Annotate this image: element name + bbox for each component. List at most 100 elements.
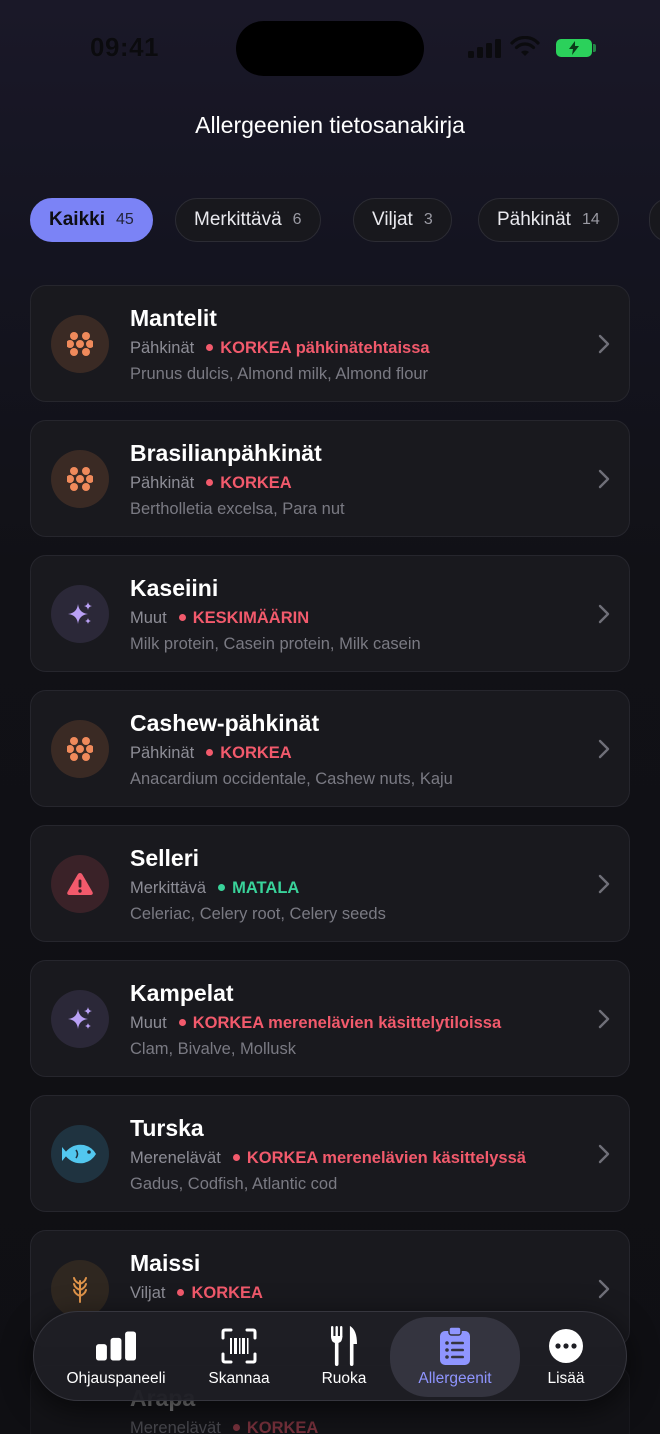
allergen-card[interactable]: Mantelit Pähkinät KORKEA pähkinätehtaissa…: [30, 285, 630, 402]
tab-lisaa[interactable]: Lisää: [530, 1312, 602, 1402]
risk-level: KORKEA merenelävien käsittelyssä: [246, 1149, 526, 1167]
tab-label: Ruoka: [321, 1370, 367, 1387]
allergen-category: Merkittävä: [130, 879, 207, 897]
filter-chip-more[interactable]: [649, 198, 660, 242]
allergen-card[interactable]: Brasilianpähkinät Pähkinät KORKEA Berthol…: [30, 420, 630, 537]
risk-dot: [177, 1289, 185, 1297]
allergen-aliases: Milk protein, Casein protein, Milk casei…: [130, 635, 421, 653]
allergen-name: Selleri: [130, 845, 200, 871]
tab-label: Ohjauspaneeli: [66, 1370, 166, 1387]
allergen-meta: Merenelävät KORKEA merenelävien käsittely…: [130, 1149, 526, 1168]
allergen-meta: Muut KORKEA merenelävien käsittelytiloiss…: [130, 1014, 501, 1033]
allergen-aliases: Clam, Bivalve, Mollusk: [130, 1040, 296, 1058]
sparkle-icon: [51, 585, 109, 643]
allergen-category: Pähkinät: [130, 744, 195, 762]
allergen-card[interactable]: Cashew-pähkinät Pähkinät KORKEA Anacardiu…: [30, 690, 630, 807]
risk-level: MATALA: [232, 879, 300, 897]
allergen-name: Kaseiini: [130, 575, 219, 601]
allergen-aliases: Bertholletia excelsa, Para nut: [130, 500, 345, 518]
risk-level: KORKEA: [246, 1419, 319, 1434]
risk-dot: [206, 344, 214, 352]
allergen-name: Brasilianpähkinät: [130, 440, 322, 466]
allergen-card[interactable]: Kaseiini Muut KESKIMÄÄRIN Milk protein, C…: [30, 555, 630, 672]
warning-icon: [51, 855, 109, 913]
allergen-card[interactable]: Turska Merenelävät KORKEA merenelävien kä…: [30, 1095, 630, 1212]
chevron-right-icon: [598, 1144, 610, 1164]
allergen-card[interactable]: Kampelat Muut KORKEA merenelävien käsitte…: [30, 960, 630, 1077]
risk-level: KORKEA pähkinätehtaissa: [220, 339, 430, 357]
allergen-meta: Merenelävät KORKEA: [130, 1419, 318, 1434]
filter-chip-label: Kaikki: [49, 209, 105, 230]
wifi-icon: [510, 36, 540, 56]
tab-skannaa[interactable]: Skannaa: [194, 1312, 284, 1402]
allergen-meta: Pähkinät KORKEA pähkinätehtaissa: [130, 339, 430, 358]
barcode-scan-icon: [219, 1326, 259, 1366]
clipboard-list-icon: [435, 1326, 475, 1366]
chart-bars-icon: [96, 1326, 136, 1366]
risk-dot: [178, 614, 186, 622]
tab-label: Lisää: [547, 1370, 585, 1387]
allergen-aliases: Prunus dulcis, Almond milk, Almond flour: [130, 365, 429, 383]
tab-label: Allergeenit: [418, 1370, 492, 1387]
allergen-aliases: Gadus, Codfish, Atlantic cod: [130, 1175, 338, 1193]
tab-allergeenit[interactable]: Allergeenit: [390, 1317, 520, 1397]
allergen-aliases: Anacardium occidentale, Cashew nuts, Kaj…: [130, 770, 453, 788]
status-time: 09:41: [90, 32, 159, 62]
chevron-right-icon: [598, 604, 610, 624]
tab-ruoka[interactable]: Ruoka: [304, 1312, 384, 1402]
risk-dot: [178, 1019, 186, 1027]
filter-chip-label: Merkittävä: [194, 209, 282, 230]
filter-chip-viljat[interactable]: Viljat 3: [353, 198, 452, 242]
tab-label: Skannaa: [208, 1370, 270, 1387]
allergen-name: Kampelat: [130, 980, 234, 1006]
risk-dot: [232, 1424, 240, 1432]
dynamic-island: [236, 21, 424, 76]
wheat-icon: [51, 1260, 109, 1318]
allergen-name: Cashew-pähkinät: [130, 710, 320, 736]
chevron-right-icon: [598, 334, 610, 354]
risk-level: KORKEA merenelävien käsittelytiloissa: [192, 1014, 502, 1032]
page-title: Allergeenien tietosanakirja: [195, 112, 465, 138]
allergen-name: Turska: [130, 1115, 204, 1141]
allergen-category: Viljat: [130, 1284, 166, 1302]
allergen-card[interactable]: Selleri Merkittävä MATALA Celeriac, Celer…: [30, 825, 630, 942]
allergen-meta: Viljat KORKEA: [130, 1284, 263, 1303]
filter-chip-count: 6: [292, 211, 302, 228]
filter-chip-merkittava[interactable]: Merkittävä 6: [175, 198, 321, 242]
fish-icon: [51, 1125, 109, 1183]
fork-knife-icon: [324, 1326, 364, 1366]
chevron-right-icon: [598, 739, 610, 759]
risk-dot: [232, 1154, 240, 1162]
allergen-meta: Pähkinät KORKEA: [130, 744, 292, 763]
chevron-right-icon: [598, 1009, 610, 1029]
allergen-category: Merenelävät: [130, 1419, 221, 1434]
risk-level: KORKEA: [191, 1284, 263, 1302]
filter-chip-label: Pähkinät: [497, 209, 571, 230]
nut-cluster-icon: [51, 315, 109, 373]
tab-ohjauspaneeli[interactable]: Ohjauspaneeli: [48, 1312, 184, 1402]
filter-chip-count: 3: [423, 211, 433, 228]
allergen-aliases: Celeriac, Celery root, Celery seeds: [130, 905, 386, 923]
allergen-meta: Merkittävä MATALA: [130, 879, 299, 898]
sparkle-icon: [51, 990, 109, 1048]
cellular-signal-icon: [468, 38, 502, 58]
battery-icon: [556, 39, 596, 57]
filter-chip-label: Viljat: [372, 209, 413, 230]
filter-chip-count: 45: [115, 211, 134, 228]
status-bar: 09:41: [0, 0, 660, 96]
risk-dot: [206, 479, 214, 487]
risk-level: KORKEA: [220, 474, 292, 492]
filter-chip-pahkinat[interactable]: Pähkinät 14: [478, 198, 619, 242]
bottom-tab-bar: Ohjauspaneeli Skannaa Ruoka Allergeenit …: [33, 1311, 627, 1401]
chevron-right-icon: [598, 1279, 610, 1299]
filter-chips: Kaikki 45 Merkittävä 6 Viljat 3 Pähkinät 14: [30, 198, 660, 242]
chevron-right-icon: [598, 469, 610, 489]
more-dots-icon: [546, 1326, 586, 1366]
filter-chip-kaikki[interactable]: Kaikki 45: [30, 198, 153, 242]
allergen-category: Muut: [130, 1014, 167, 1032]
allergen-name: Mantelit: [130, 305, 217, 331]
risk-dot: [206, 749, 214, 757]
risk-level: KORKEA: [220, 744, 292, 762]
allergen-category: Merenelävät: [130, 1149, 221, 1167]
risk-dot: [218, 884, 226, 892]
